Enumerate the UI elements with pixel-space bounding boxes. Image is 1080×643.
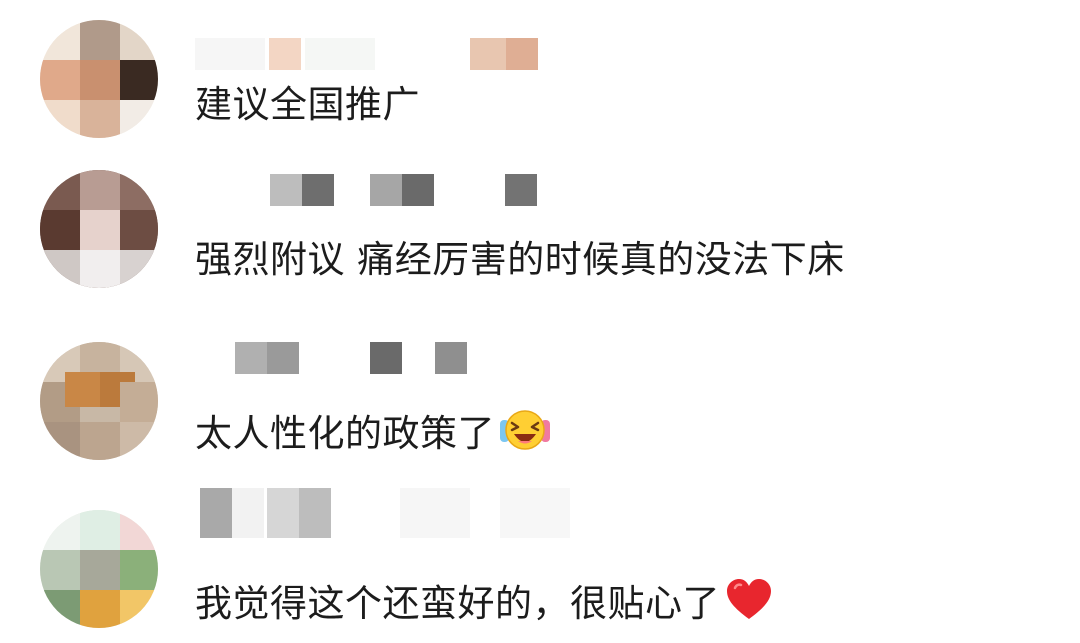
comment-text-label: 太人性化的政策了 [195, 412, 495, 455]
comment-item-2: 强烈附议 痛经厉害的时候真的没法下床 [0, 160, 1080, 325]
comment-text-label: 我觉得这个还蛮好的，很贴心了 [195, 582, 720, 625]
comment-text: 建议全国推广 [195, 83, 420, 126]
avatar[interactable] [40, 170, 158, 288]
avatar[interactable] [40, 342, 158, 460]
avatar[interactable] [40, 510, 158, 628]
avatar[interactable] [40, 20, 158, 138]
comment-text: 太人性化的政策了 [195, 408, 551, 462]
comment-item-1: 建议全国推广 [0, 0, 1080, 160]
comment-text: 我觉得这个还蛮好的，很贴心了 [195, 578, 774, 632]
red-heart-emoji-icon [724, 578, 774, 632]
laughing-tears-emoji-icon [499, 408, 551, 462]
comment-text: 强烈附议 痛经厉害的时候真的没法下床 [195, 238, 845, 281]
comment-item-4: 我觉得这个还蛮好的，很贴心了 [0, 480, 1080, 643]
comment-item-3: 太人性化的政策了 [0, 330, 1080, 490]
